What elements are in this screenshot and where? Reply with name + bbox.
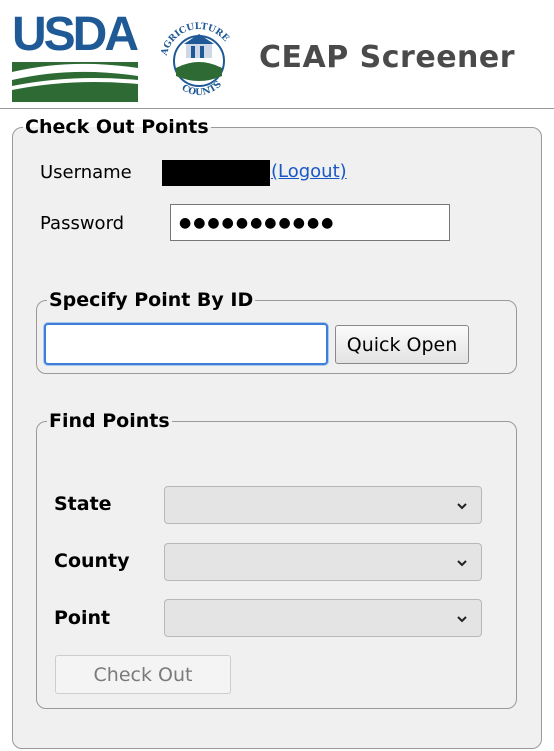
quick-open-button[interactable]: Quick Open	[335, 325, 469, 364]
logout-link[interactable]: (Logout)	[271, 161, 347, 182]
username-value-redacted	[162, 160, 270, 186]
state-select[interactable]	[164, 486, 482, 524]
usda-swoosh-icon	[12, 62, 138, 102]
point-label: Point	[54, 607, 111, 629]
state-label: State	[54, 493, 112, 515]
chevron-down-icon	[457, 560, 467, 567]
county-label: County	[54, 550, 130, 572]
county-select[interactable]	[164, 543, 482, 581]
check-out-points-legend: Check Out Points	[25, 116, 209, 138]
chevron-down-icon	[457, 616, 467, 623]
chevron-down-icon	[457, 503, 467, 510]
check-out-button[interactable]: Check Out	[55, 655, 231, 694]
usda-logo: USDA	[12, 10, 139, 102]
specify-point-legend: Specify Point By ID	[49, 289, 254, 311]
agriculture-counts-seal-icon: AGRICULTURE COUNTS	[159, 22, 230, 98]
header: USDA AGRICULTURE COUNTS CEAP Screener	[0, 0, 554, 110]
app-title: CEAP Screener	[259, 40, 516, 75]
password-label: Password	[40, 213, 125, 234]
password-field[interactable]	[170, 204, 450, 241]
usda-logo-text: USDA	[12, 8, 139, 61]
header-divider	[0, 108, 554, 109]
username-label: Username	[40, 162, 132, 183]
point-id-input[interactable]	[44, 323, 328, 365]
point-select[interactable]	[164, 599, 482, 637]
find-points-legend: Find Points	[49, 410, 170, 432]
